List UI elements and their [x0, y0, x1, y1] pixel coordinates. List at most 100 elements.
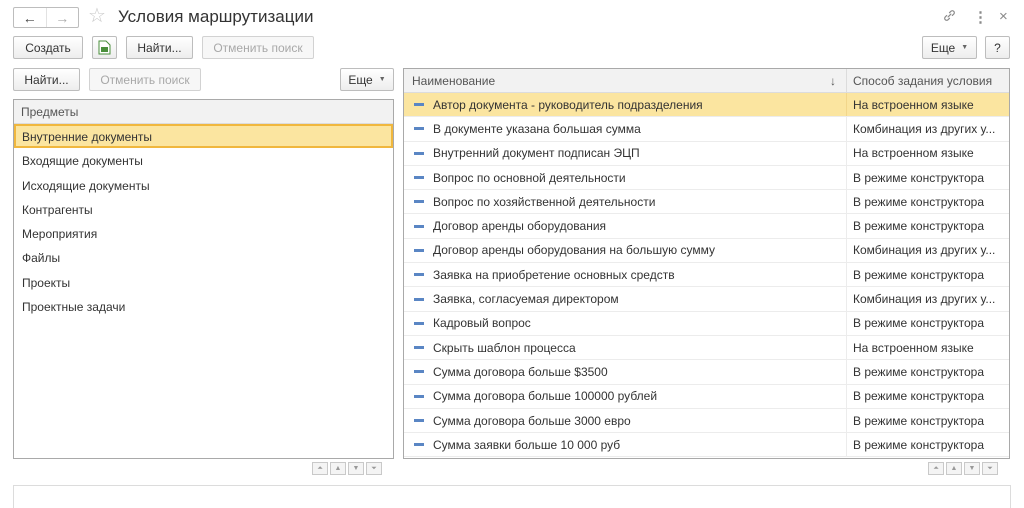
page-title: Условия маршрутизации — [118, 7, 314, 26]
cell-name-text: Договор аренды оборудования на большую с… — [433, 243, 715, 258]
table-body: Автор документа - руководитель подраздел… — [404, 93, 1009, 458]
list-item[interactable]: Проектные задачи — [14, 294, 393, 318]
help-button[interactable]: ? — [985, 36, 1010, 59]
subjects-list-panel: Предметы Внутренние документы Входящие до… — [13, 99, 394, 459]
more-menu-button[interactable]: Еще ▼ — [922, 36, 977, 59]
cell-name: Договор аренды оборудования — [404, 219, 846, 233]
table-row[interactable]: Договор аренды оборудования В режиме конс… — [404, 214, 1009, 239]
create-button[interactable]: Создать — [13, 36, 83, 59]
conditions-table: Наименование ↓ Способ задания условия Ав… — [403, 68, 1010, 459]
cancel-search-button[interactable]: Отменить поиск — [202, 36, 314, 59]
forward-button[interactable]: → — [45, 8, 79, 27]
list-item[interactable]: Мероприятия — [14, 221, 393, 245]
table-row[interactable]: Заявка на приобретение основных средств В… — [404, 263, 1009, 288]
row-marker-icon — [414, 443, 424, 447]
row-marker-icon — [414, 346, 424, 350]
cell-name-text: Кадровый вопрос — [433, 316, 531, 331]
column-header-method[interactable]: Способ задания условия — [846, 69, 1009, 92]
link-icon[interactable] — [942, 8, 957, 27]
cell-method: Комбинация из других у... — [846, 287, 1009, 311]
scroll-bottom-icon[interactable]: ⏷ — [982, 462, 998, 475]
cell-name-text: Скрыть шаблон процесса — [433, 340, 576, 355]
row-marker-icon — [414, 248, 424, 252]
scroll-bottom-icon[interactable]: ⏷ — [366, 462, 382, 475]
list-item[interactable]: Проекты — [14, 270, 393, 294]
list-item[interactable]: Входящие документы — [14, 148, 393, 172]
cell-name-text: Автор документа - руководитель подраздел… — [433, 97, 703, 112]
table-row[interactable]: Сумма договора больше $3500 В режиме конс… — [404, 360, 1009, 385]
row-marker-icon — [414, 151, 424, 155]
table-row[interactable]: В документе указана большая сумма Комбина… — [404, 117, 1009, 142]
table-row[interactable]: Скрыть шаблон процесса На встроенном язык… — [404, 335, 1009, 361]
scroll-up-icon[interactable]: ▲ — [946, 462, 962, 475]
row-marker-icon — [414, 103, 424, 107]
excel-export-icon[interactable] — [92, 36, 117, 59]
row-marker-icon — [414, 127, 424, 131]
cell-name: Сумма договора больше 3000 евро — [404, 414, 846, 428]
subjects-list: Внутренние документы Входящие документы Ис… — [14, 124, 393, 318]
table-row[interactable]: Договор аренды оборудования на большую с… — [404, 238, 1009, 264]
table-row[interactable]: Вопрос по основной деятельности В режиме … — [404, 165, 1009, 191]
back-button[interactable]: ← — [14, 8, 46, 27]
cell-name-text: Заявка на приобретение основных средств — [433, 267, 675, 282]
scroll-down-icon[interactable]: ▼ — [348, 462, 364, 475]
more-vertical-icon[interactable]: ⋮ — [973, 8, 988, 26]
left-more-label: Еще — [348, 72, 373, 87]
more-label: Еще — [930, 40, 956, 55]
scroll-top-icon[interactable]: ⏶ — [928, 462, 944, 475]
left-find-button[interactable]: Найти... — [13, 68, 80, 91]
row-marker-icon — [414, 273, 424, 277]
cell-method: В режиме конструктора — [846, 311, 1009, 335]
list-item[interactable]: Контрагенты — [14, 197, 393, 221]
cell-name-text: Вопрос по хозяйственной деятельности — [433, 194, 656, 209]
scroll-down-icon[interactable]: ▼ — [964, 462, 980, 475]
cell-name: Сумма договора больше 100000 рублей — [404, 389, 846, 403]
chevron-down-icon: ▼ — [961, 44, 969, 51]
cell-name-text: Внутренний документ подписан ЭЦП — [433, 146, 640, 161]
table-row[interactable]: Сумма заявки больше 10 000 руб В режиме к… — [404, 433, 1009, 458]
cell-method: На встроенном языке — [846, 141, 1009, 165]
table-row[interactable]: Сумма договора больше 3000 евро В режиме … — [404, 408, 1009, 434]
list-item[interactable]: Файлы — [14, 245, 393, 269]
find-button[interactable]: Найти... — [126, 36, 193, 59]
close-icon[interactable]: × — [999, 8, 1008, 25]
list-item[interactable]: Исходящие документы — [14, 173, 393, 197]
left-cancel-search-button[interactable]: Отменить поиск — [89, 68, 201, 91]
row-marker-icon — [414, 419, 424, 422]
list-item[interactable]: Внутренние документы — [14, 124, 393, 149]
cell-method: В режиме конструктора — [846, 408, 1009, 433]
document-green-icon — [98, 40, 111, 55]
favorite-star-icon[interactable]: ☆ — [88, 5, 106, 27]
cell-name: Внутренний документ подписан ЭЦП — [404, 146, 846, 160]
table-row[interactable]: Автор документа - руководитель подраздел… — [404, 93, 1009, 118]
cell-name-text: Сумма договора больше $3500 — [433, 364, 608, 379]
sort-arrow-icon: ↓ — [830, 73, 836, 88]
scroll-up-icon[interactable]: ▲ — [330, 462, 346, 475]
cell-method: На встроенном языке — [846, 93, 1009, 117]
column-header-name-label: Наименование — [412, 73, 496, 88]
cell-name-text: В документе указана большая сумма — [433, 121, 641, 136]
row-marker-icon — [414, 200, 424, 204]
cell-method: На встроенном языке — [846, 335, 1009, 360]
cell-method: В режиме конструктора — [846, 360, 1009, 384]
column-header-name[interactable]: Наименование ↓ — [404, 69, 846, 92]
cell-method: В режиме конструктора — [846, 384, 1009, 408]
cell-name-text: Сумма заявки больше 10 000 руб — [433, 437, 621, 452]
cell-name: В документе указана большая сумма — [404, 122, 846, 136]
cell-name: Кадровый вопрос — [404, 316, 846, 330]
cell-name: Сумма договора больше $3500 — [404, 365, 846, 379]
row-marker-icon — [414, 176, 424, 180]
cell-name: Вопрос по основной деятельности — [404, 171, 846, 185]
table-row[interactable]: Сумма договора больше 100000 рублей В реж… — [404, 384, 1009, 409]
table-row[interactable]: Вопрос по хозяйственной деятельности В ре… — [404, 190, 1009, 215]
table-row[interactable]: Кадровый вопрос В режиме конструктора — [404, 311, 1009, 336]
table-row[interactable]: Внутренний документ подписан ЭЦП На встро… — [404, 141, 1009, 166]
row-marker-icon — [414, 297, 424, 301]
cell-name: Скрыть шаблон процесса — [404, 341, 846, 355]
cell-name-text: Заявка, согласуемая директором — [433, 292, 619, 307]
table-row[interactable]: Заявка, согласуемая директором Комбинация… — [404, 287, 1009, 312]
cell-method: Комбинация из других у... — [846, 117, 1009, 141]
cell-name-text: Сумма договора больше 3000 евро — [433, 413, 631, 428]
scroll-top-icon[interactable]: ⏶ — [312, 462, 328, 475]
left-more-menu-button[interactable]: Еще ▼ — [340, 68, 394, 91]
